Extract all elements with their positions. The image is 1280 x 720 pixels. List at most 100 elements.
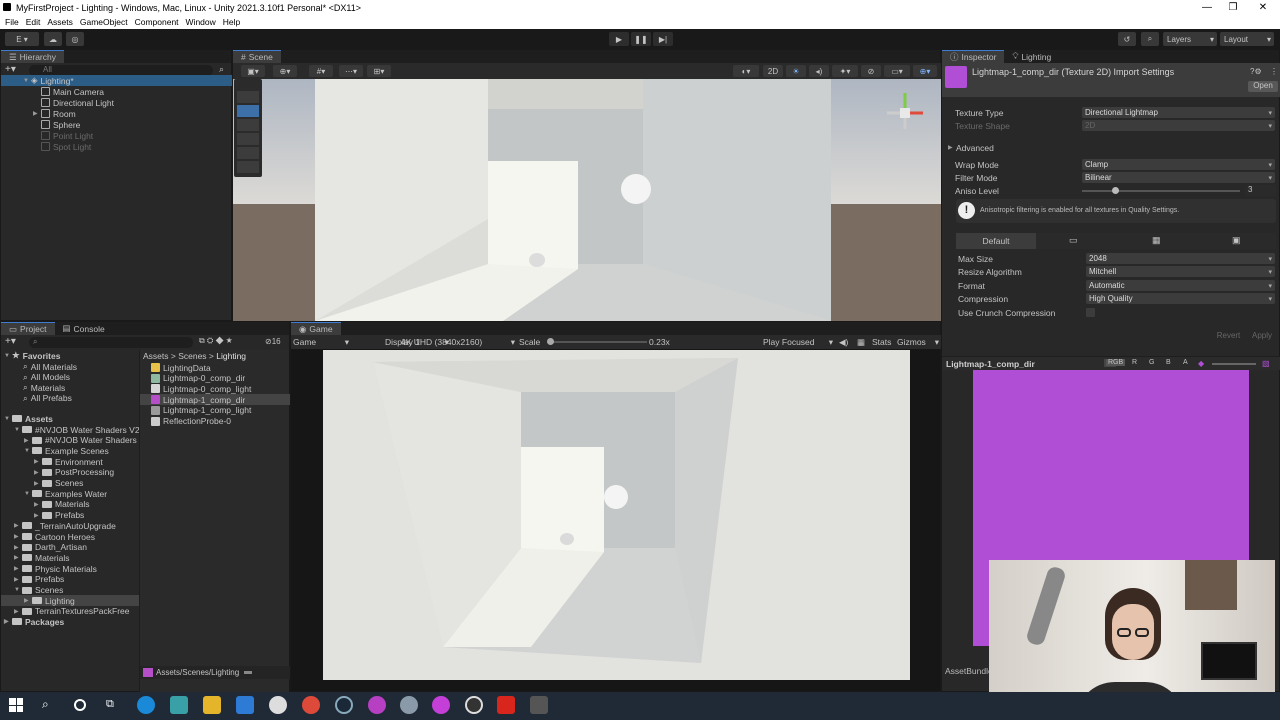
store-icon[interactable]: [170, 696, 188, 714]
advanced-foldout[interactable]: ▶ Advanced: [942, 141, 1279, 154]
shading-mode-icon[interactable]: ◐▾: [733, 65, 759, 77]
layers-dropdown[interactable]: Layers ▾: [1163, 32, 1217, 46]
acrobat-icon[interactable]: [497, 696, 515, 714]
unity-hub-icon[interactable]: [269, 696, 287, 714]
camera-settings-icon[interactable]: ▭▾: [884, 65, 910, 77]
context-menu-icon[interactable]: ⋮: [1270, 67, 1278, 76]
folder-tree-item[interactable]: ▼ Scenes: [1, 585, 63, 596]
platform-tab-default[interactable]: Default: [956, 233, 1036, 249]
preview-settings-icon[interactable]: ▧: [1262, 359, 1270, 368]
menu-gameobject[interactable]: GameObject: [80, 17, 128, 27]
scene-viewport[interactable]: [233, 79, 941, 321]
channel-r[interactable]: R: [1132, 359, 1137, 366]
breadcrumb-item[interactable]: Lighting: [216, 351, 246, 361]
favorite-item[interactable]: ⌕ All Materials: [1, 361, 77, 372]
filter-mode-dropdown[interactable]: Bilinear: [1082, 172, 1275, 183]
menu-edit[interactable]: Edit: [26, 17, 41, 27]
android-platform-icon[interactable]: ▣: [1232, 235, 1241, 246]
step-button[interactable]: ▶|: [653, 32, 673, 46]
layout-dropdown[interactable]: Layout ▾: [1220, 32, 1274, 46]
asset-file-item[interactable]: Lightmap-0_comp_light: [140, 383, 290, 394]
hierarchy-item[interactable]: Point Light: [1, 130, 93, 141]
folder-tree-item[interactable]: ▶ Materials: [1, 552, 69, 563]
aniso-slider[interactable]: [1082, 187, 1240, 194]
channel-b[interactable]: B: [1166, 359, 1171, 366]
tab-lighting[interactable]: 💡︎ Lighting: [1004, 50, 1059, 63]
gizmos-dropdown[interactable]: Gizmos ▾: [897, 337, 941, 347]
format-dropdown[interactable]: Automatic: [1086, 280, 1275, 291]
pc-platform-icon[interactable]: ▭: [1069, 235, 1078, 246]
folder-tree-item[interactable]: ▶ Prefabs: [1, 574, 64, 585]
open-button[interactable]: Open: [1248, 81, 1278, 92]
scale-slider[interactable]: [547, 338, 647, 345]
folder-tree-item[interactable]: ▼ #NVJOB Water Shaders V2: [1, 424, 140, 435]
add-icon[interactable]: +▾: [5, 64, 16, 75]
search-by-type-icon[interactable]: ⌕: [219, 64, 224, 75]
mip-slider[interactable]: [1212, 363, 1256, 365]
hierarchy-item[interactable]: ▶ Room: [1, 108, 76, 119]
wrap-mode-dropdown[interactable]: Clamp: [1082, 159, 1275, 170]
folder-tree-item[interactable]: ▶ Lighting: [1, 595, 139, 607]
history-icon[interactable]: ↺: [1118, 32, 1136, 46]
unity-editor-icon[interactable]: [530, 696, 548, 714]
project-search-input[interactable]: ⌕: [29, 337, 193, 348]
channel-g[interactable]: G: [1149, 359, 1154, 366]
chrome-icon[interactable]: [302, 696, 320, 714]
close-button[interactable]: ✕: [1250, 0, 1276, 15]
audio-toggle-icon[interactable]: ◂): [809, 65, 829, 77]
tab-inspector[interactable]: ⓘ Inspector: [942, 50, 1005, 63]
aniso-value-field[interactable]: 3: [1245, 185, 1276, 196]
play-focus-dropdown[interactable]: Play Focused ▾: [763, 337, 833, 347]
app-icon[interactable]: [368, 696, 386, 714]
draw-mode-icon[interactable]: ▣▾: [241, 65, 265, 77]
menu-component[interactable]: Component: [135, 17, 179, 27]
asset-file-item[interactable]: Lightmap-1_comp_dir: [140, 394, 290, 406]
favorite-item[interactable]: ⌕ Materials: [1, 382, 65, 393]
menu-window[interactable]: Window: [186, 17, 216, 27]
folder-tree-item[interactable]: ▶ Darth_Artisan: [1, 542, 87, 553]
mail-icon[interactable]: [236, 696, 254, 714]
folder-tree-item[interactable]: ▶ Materials: [1, 499, 89, 510]
apply-button[interactable]: Apply: [1247, 331, 1277, 342]
app-icon[interactable]: [432, 696, 450, 714]
play-button[interactable]: ▶: [609, 32, 629, 46]
favorite-item[interactable]: ⌕ All Models: [1, 372, 70, 383]
channel-rgb[interactable]: RGB: [1106, 359, 1126, 366]
view-type-dropdown[interactable]: Game ▾: [293, 337, 351, 347]
menu-file[interactable]: File: [5, 17, 19, 27]
ruler-icon[interactable]: ⊞▾: [367, 65, 391, 77]
hierarchy-item[interactable]: Spot Light: [1, 141, 91, 152]
gizmos-toggle-icon[interactable]: ⊕▾: [913, 65, 937, 77]
asset-file-item[interactable]: ReflectionProbe-0: [140, 416, 290, 427]
menu-assets[interactable]: Assets: [47, 17, 73, 27]
filter-icons[interactable]: ⧉ ⛭ ◆ ★: [199, 336, 232, 346]
tab-game[interactable]: ◉ Game: [291, 322, 341, 335]
web-platform-icon[interactable]: ▦: [1152, 235, 1161, 246]
scene-row[interactable]: ▼ ◈ Lighting*: [1, 75, 233, 86]
tab-console[interactable]: ▤ Console: [55, 322, 113, 335]
folder-tree-item[interactable]: ▶ Prefabs: [1, 510, 84, 521]
tab-scene[interactable]: # Scene: [233, 50, 281, 63]
hidden-objects-icon[interactable]: ⊘: [861, 65, 881, 77]
folder-tree-item[interactable]: ▶ #NVJOB Water Shaders V: [1, 435, 145, 446]
folder-tree-item[interactable]: ▶ Environment: [1, 456, 103, 467]
snap-increment-icon[interactable]: ⋯▾: [339, 65, 363, 77]
task-view-icon[interactable]: ⧉: [106, 698, 114, 711]
steam-icon[interactable]: [335, 696, 353, 714]
file-explorer-icon[interactable]: [203, 696, 221, 714]
folder-tree-item[interactable]: ▶ Cartoon Heroes: [1, 531, 95, 542]
help-icon[interactable]: ?⚙: [1250, 67, 1262, 76]
hierarchy-item[interactable]: Main Camera: [1, 86, 104, 97]
cloud-icon[interactable]: ☁: [44, 32, 62, 46]
search-icon[interactable]: ⌕: [1141, 32, 1159, 46]
search-icon[interactable]: ⌕: [42, 697, 49, 712]
folder-tree-item[interactable]: ▼ Example Scenes: [1, 445, 109, 456]
game-viewport[interactable]: [323, 350, 910, 680]
assets-header[interactable]: ▼ Assets: [1, 413, 53, 424]
crunch-checkbox[interactable]: [1086, 308, 1095, 317]
hierarchy-item[interactable]: Directional Light: [1, 97, 114, 108]
windows-start-icon[interactable]: [9, 698, 23, 712]
folder-tree-item[interactable]: ▶ PostProcessing: [1, 467, 114, 478]
texture-type-dropdown[interactable]: Directional Lightmap: [1082, 107, 1275, 118]
maximize-button[interactable]: ❐: [1220, 0, 1246, 15]
